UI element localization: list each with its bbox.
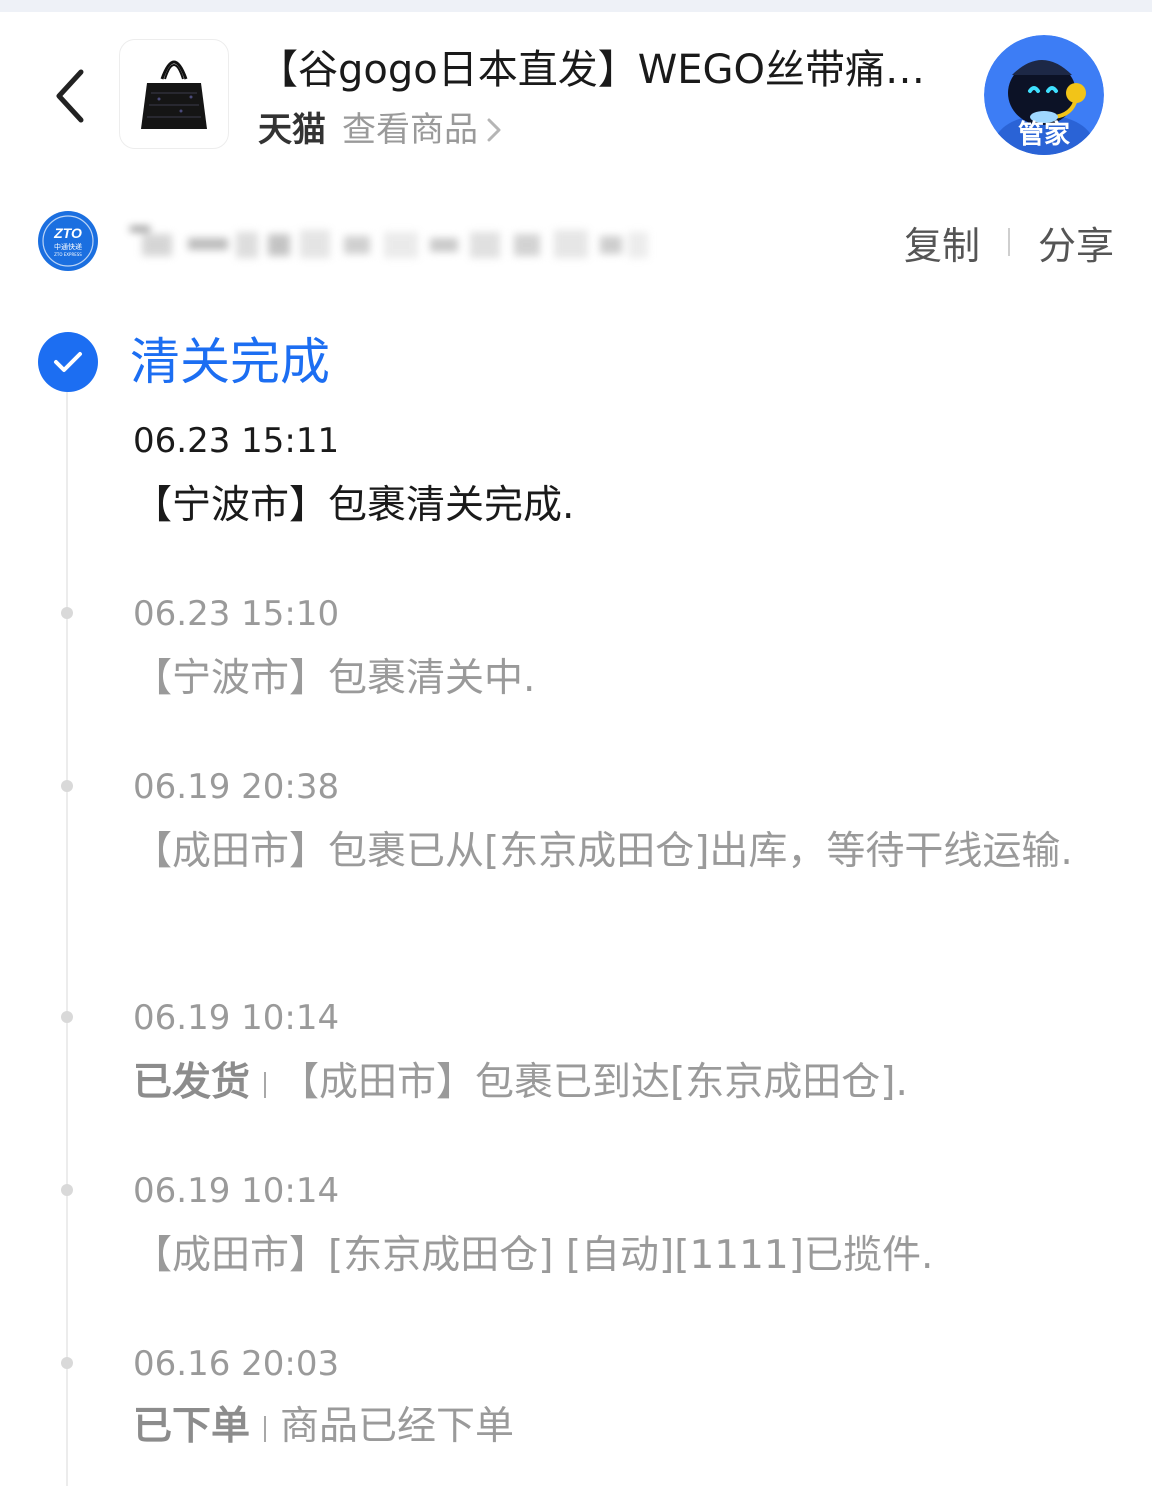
event-time: 06.23 15:11 [133,421,340,461]
timeline-dot [61,780,73,792]
event-time: 06.23 15:10 [133,594,340,634]
assistant-avatar[interactable]: 管家 [984,35,1104,155]
assistant-label: 管家 [1017,120,1070,150]
tag-divider [264,1071,267,1098]
event-description: 【成田市】[东京成田仓] [自动][1111]已揽件. [133,1233,934,1278]
event-description: 商品已经下单 [280,1404,515,1449]
actions-divider [1007,228,1010,256]
timeline-dot [61,1184,73,1196]
zto-logo-icon: ZTO 中通快递 ZTO EXPRESS [38,211,98,271]
product-thumbnail[interactable] [119,39,229,149]
shop-name[interactable]: 天猫 [258,106,326,154]
event-time: 06.19 10:14 [133,998,340,1038]
view-product-link[interactable]: 查看商品 [342,106,502,154]
handbag-image [141,60,207,129]
timeline-line [66,362,68,1486]
timeline-dot [61,607,73,619]
event-description: 【成田市】包裹已从[东京成田仓]出库，等待干线运输. [133,829,1073,874]
event-row: 已下单 商品已经下单 [133,1398,1113,1456]
event-description: 【宁波市】包裹清关中. [133,656,536,701]
back-button[interactable] [40,58,100,134]
copy-button[interactable]: 复制 [904,215,980,270]
zto-logo-cn: 中通快递 [54,242,82,251]
event-tag: 已发货 [133,1060,251,1105]
top-strip [0,0,1152,12]
share-button[interactable]: 分享 [1038,215,1114,270]
timeline-dot [61,1011,73,1023]
chevron-left-icon [56,69,84,123]
event-time: 06.16 20:03 [133,1344,340,1384]
zto-logo-en: ZTO EXPRESS [54,252,82,257]
event-tag: 已下单 [133,1404,251,1449]
zto-logo-text: ZTO [53,225,82,241]
product-title[interactable]: 【谷gogo日本直发】WEGO丝带痛… [258,42,958,98]
event-description: 【成田市】包裹已到达[东京成田仓]. [280,1060,908,1105]
chevron-right-icon [487,118,501,142]
view-product-label: 查看商品 [342,110,478,150]
event-row: 已发货 【成田市】包裹已到达[东京成田仓]. [133,1054,1113,1112]
courier-actions: 复制 分享 [904,214,1114,270]
status-title: 清关完成 [130,333,330,391]
event-description: 【宁波市】包裹清关完成. [133,483,575,528]
shop-subline: 天猫 查看商品 [258,106,502,154]
tag-divider [264,1415,267,1442]
tracking-number-redacted [130,212,650,270]
check-circle-icon [38,332,98,392]
timeline-dot [61,1357,73,1369]
event-time: 06.19 10:14 [133,1171,340,1211]
event-time: 06.19 20:38 [133,767,340,807]
